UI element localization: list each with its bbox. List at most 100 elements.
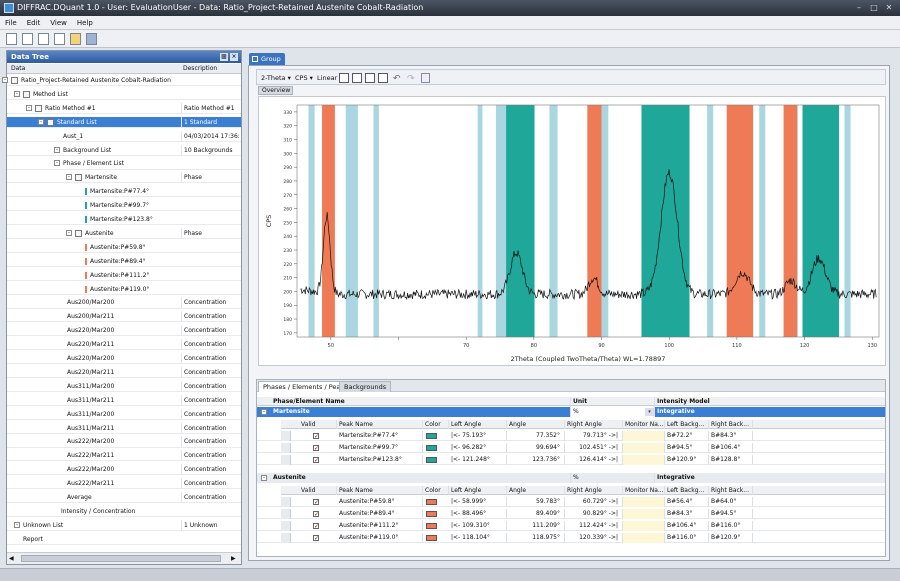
header-intensity-model[interactable]: Intensity Model xyxy=(655,397,883,407)
monitor-name[interactable] xyxy=(623,455,665,465)
background-band[interactable] xyxy=(707,105,714,337)
document-icon[interactable] xyxy=(38,33,49,45)
angle[interactable]: 99.694° xyxy=(507,443,565,453)
expand-toggle-icon[interactable]: – xyxy=(54,146,60,153)
martensite-band[interactable] xyxy=(506,105,535,337)
expand-toggle-icon[interactable]: – xyxy=(38,118,44,125)
tab-backgrounds[interactable]: Backgrounds xyxy=(339,381,392,392)
monitor-name[interactable] xyxy=(623,509,665,519)
peak-row[interactable]: ✓ Martensite:P#77.4° |<- 75.193° 77.352° 79.… xyxy=(257,431,885,441)
phase-unit[interactable]: % xyxy=(571,407,655,417)
close-icon[interactable]: × xyxy=(230,53,238,61)
tree-row[interactable]: – Phase / Element List xyxy=(7,158,241,170)
tree-row[interactable]: Martensite:P#77.4° xyxy=(7,186,241,198)
row-selector[interactable] xyxy=(281,509,291,519)
tab-group[interactable]: Group xyxy=(249,53,285,65)
right-angle[interactable]: 126.414° ->| xyxy=(565,455,623,465)
print-icon[interactable] xyxy=(365,73,375,83)
new-document-icon[interactable] xyxy=(6,33,17,45)
left-angle[interactable]: |<- 118.104° xyxy=(449,533,507,543)
angle[interactable]: 77.352° xyxy=(507,431,565,441)
tree-row[interactable]: – Ratio_Project-Retained Austenite Cobalt… xyxy=(2,75,241,87)
peak-column-header[interactable]: Color xyxy=(423,486,449,495)
tree-row[interactable]: Aus200/Mar200 Concentration xyxy=(7,297,241,309)
angle[interactable]: 89.409° xyxy=(507,509,565,519)
tree-row[interactable]: Austenite:P#119.0° xyxy=(7,284,241,295)
right-background[interactable]: B#106.4° xyxy=(709,443,753,453)
scroll-right-icon[interactable]: ▶ xyxy=(231,555,239,563)
tree-row[interactable]: Aus311/Mar211 Concentration xyxy=(7,422,241,434)
peak-name[interactable]: Martensite:P#99.7° xyxy=(337,443,423,453)
valid-checkbox[interactable]: ✓ xyxy=(313,535,319,542)
expand-toggle-icon[interactable]: – xyxy=(2,77,8,83)
tree-row[interactable]: Aus222/Mar211 Concentration xyxy=(7,478,241,490)
valid-checkbox[interactable]: ✓ xyxy=(313,457,319,464)
tree-row[interactable]: Martensite:P#123.8° xyxy=(7,214,241,226)
valid-checkbox[interactable]: ✓ xyxy=(313,445,319,452)
chart-svg[interactable]: 170 180 190 200 210 220 230 240 250 260 270 280 290 3… xyxy=(259,97,887,367)
expand-toggle-icon[interactable]: – xyxy=(54,160,60,167)
menu-help[interactable]: Help xyxy=(72,16,98,30)
monitor-name[interactable] xyxy=(623,533,665,543)
peak-column-header[interactable]: Left Angle xyxy=(449,486,507,495)
background-band[interactable] xyxy=(308,105,315,337)
angle[interactable]: 59.783° xyxy=(507,497,565,507)
right-background[interactable]: B#64.0° xyxy=(709,497,753,507)
tree-row[interactable]: Average Concentration xyxy=(7,492,241,504)
tree-row[interactable]: Aus311/Mar200 Concentration xyxy=(7,380,241,392)
right-angle[interactable]: 112.424° ->| xyxy=(565,521,623,531)
column-data[interactable]: Data xyxy=(11,65,25,72)
row-selector[interactable] xyxy=(281,455,291,465)
martensite-band[interactable] xyxy=(641,105,690,337)
peak-column-header[interactable]: Right Angle xyxy=(565,486,623,495)
peak-column-header[interactable]: Angle xyxy=(507,420,565,429)
monitor-name[interactable] xyxy=(623,497,665,507)
peak-color-swatch[interactable] xyxy=(426,535,437,541)
austenite-band[interactable] xyxy=(587,105,602,337)
right-angle[interactable]: 90.829° ->| xyxy=(565,509,623,519)
angle[interactable]: 123.736° xyxy=(507,455,565,465)
tree-row[interactable]: Austenite:P#59.8° xyxy=(7,242,241,253)
menu-edit[interactable]: Edit xyxy=(22,16,46,30)
peak-column-header[interactable]: Peak Name xyxy=(337,486,423,495)
peak-color-swatch[interactable] xyxy=(426,523,437,529)
right-background[interactable]: B#120.9° xyxy=(709,533,753,543)
left-background[interactable]: B#120.9° xyxy=(665,455,709,465)
right-angle[interactable]: 79.713° ->| xyxy=(565,431,623,441)
peak-name[interactable]: Austenite:P#111.2° xyxy=(337,521,423,531)
tree-row[interactable]: Aus200/Mar211 Concentration xyxy=(7,311,241,323)
peak-row[interactable]: ✓ Austenite:P#119.0° |<- 118.104° 118.975° 1… xyxy=(257,533,885,543)
right-background[interactable]: B#128.8° xyxy=(709,455,753,465)
tree-row[interactable]: Intensity / Concentration xyxy=(7,506,241,518)
peak-color-swatch[interactable] xyxy=(426,433,437,439)
peak-column-header[interactable]: Left Backg... xyxy=(665,420,709,429)
phase-name[interactable]: Martensite xyxy=(271,407,571,417)
peak-name[interactable]: Austenite:P#119.0° xyxy=(337,533,423,543)
scale-dropdown[interactable]: Linear xyxy=(317,74,337,82)
background-band[interactable] xyxy=(345,105,358,337)
background-band[interactable] xyxy=(844,105,851,337)
tree-row[interactable]: Aust_1 04/03/2014 17:36:36 xyxy=(7,130,241,142)
peak-column-header[interactable]: Color xyxy=(423,420,449,429)
undo-icon[interactable]: ↶ xyxy=(393,71,401,87)
open-document-icon[interactable] xyxy=(22,33,33,45)
austenite-band[interactable] xyxy=(726,105,754,337)
close-button[interactable]: ✕ xyxy=(882,3,896,13)
peak-column-header[interactable]: Peak Name xyxy=(337,420,423,429)
peak-column-header[interactable]: Valid xyxy=(299,420,337,429)
peak-name[interactable]: Austenite:P#59.8° xyxy=(337,497,423,507)
overview-tab[interactable]: Overview xyxy=(258,86,293,95)
column-description[interactable]: Description xyxy=(183,65,217,72)
angle[interactable]: 118.975° xyxy=(507,533,565,543)
valid-checkbox[interactable]: ✓ xyxy=(313,523,319,530)
maximize-button[interactable]: □ xyxy=(867,3,881,13)
left-background[interactable]: B#72.2° xyxy=(665,431,709,441)
peak-column-header[interactable]: Angle xyxy=(507,486,565,495)
document-icon[interactable] xyxy=(54,33,65,45)
export-icon[interactable] xyxy=(378,73,388,83)
background-band[interactable] xyxy=(759,105,766,337)
tree-row[interactable]: Aus311/Mar200 Concentration xyxy=(7,408,241,420)
left-background[interactable]: B#56.4° xyxy=(665,497,709,507)
left-angle[interactable]: |<- 75.193° xyxy=(449,431,507,441)
tree-row[interactable]: – Method List xyxy=(7,89,241,101)
